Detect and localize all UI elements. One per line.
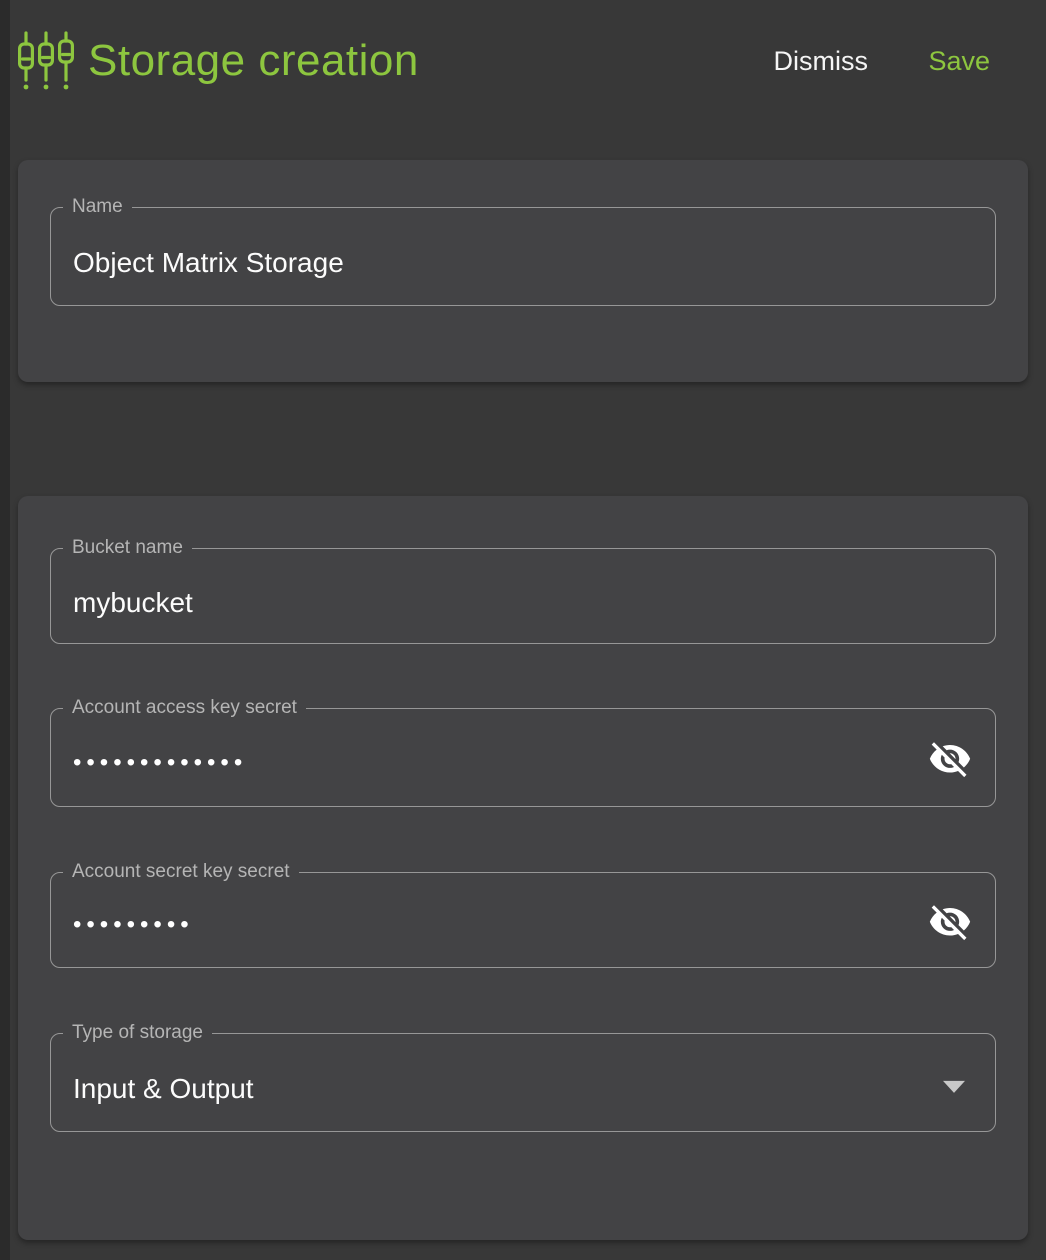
eye-off-icon bbox=[928, 737, 972, 784]
caret-down-icon[interactable] bbox=[943, 1080, 965, 1092]
bucket-name-field[interactable]: Bucket name mybucket bbox=[50, 548, 996, 644]
secret-key-secret-input[interactable]: ••••••••• bbox=[73, 873, 925, 967]
secret-key-secret-field[interactable]: Account secret key secret ••••••••• bbox=[50, 872, 996, 968]
page-title: Storage creation bbox=[88, 36, 419, 86]
sliders-icon bbox=[18, 31, 74, 91]
details-card: Bucket name mybucket Account access key … bbox=[18, 496, 1028, 1240]
left-edge-strip bbox=[0, 0, 10, 1260]
storage-type-select[interactable]: Type of storage Input & Output bbox=[50, 1033, 996, 1132]
access-key-visibility-toggle[interactable] bbox=[927, 737, 973, 783]
name-input[interactable]: Object Matrix Storage bbox=[73, 208, 925, 305]
storage-type-selected-value[interactable]: Input & Output bbox=[73, 1034, 925, 1131]
access-key-secret-field[interactable]: Account access key secret ••••••••••••• bbox=[50, 708, 996, 807]
eye-off-icon bbox=[928, 899, 972, 946]
save-button[interactable]: Save bbox=[928, 46, 990, 77]
access-key-secret-input[interactable]: ••••••••••••• bbox=[73, 709, 925, 806]
dismiss-button[interactable]: Dismiss bbox=[774, 46, 869, 77]
name-card: Name Object Matrix Storage bbox=[18, 160, 1028, 382]
secret-key-visibility-toggle[interactable] bbox=[927, 900, 973, 946]
bucket-name-input[interactable]: mybucket bbox=[73, 549, 925, 643]
name-field[interactable]: Name Object Matrix Storage bbox=[50, 207, 996, 306]
